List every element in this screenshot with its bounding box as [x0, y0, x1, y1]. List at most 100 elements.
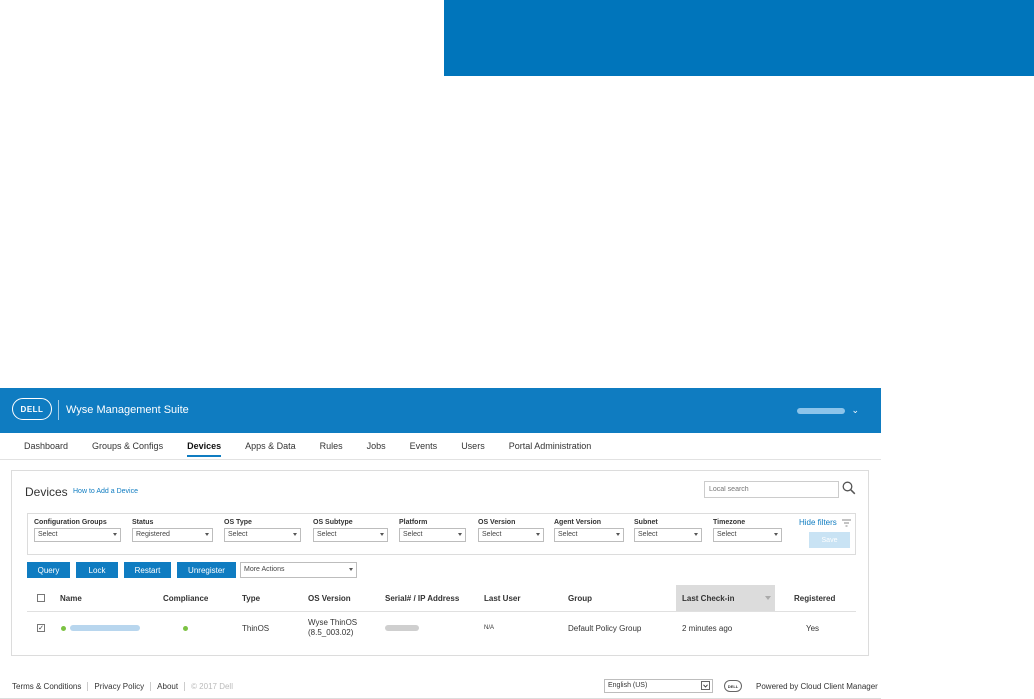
query-button[interactable]: Query [27, 562, 70, 578]
filter-label: Platform [399, 519, 428, 526]
tab-groups-configs[interactable]: Groups & Configs [92, 433, 163, 459]
lock-button[interactable]: Lock [76, 562, 118, 578]
column-header-type[interactable]: Type [242, 585, 260, 611]
column-header-os-version[interactable]: OS Version [308, 585, 351, 611]
column-header-name[interactable]: Name [60, 585, 82, 611]
language-value: English (US) [608, 682, 648, 689]
column-header-registered[interactable]: Registered [794, 585, 835, 611]
os-subtype-select[interactable]: Select [313, 528, 388, 542]
platform-select[interactable]: Select [399, 528, 466, 542]
filter-label: Status [132, 519, 154, 526]
column-header-compliance[interactable]: Compliance [163, 585, 208, 611]
caret-down-icon [458, 533, 462, 536]
how-to-add-device-link[interactable]: How to Add a Device [73, 488, 138, 495]
user-name-redacted [797, 407, 846, 414]
last-checkin-cell: 2 minutes ago [682, 623, 733, 633]
table-row[interactable]: ✓ ThinOS Wyse ThinOS (8.5_003.02) N/A De… [27, 612, 856, 644]
device-name-link-redacted[interactable] [70, 625, 140, 631]
tab-devices[interactable]: Devices [187, 433, 222, 459]
privacy-link[interactable]: Privacy Policy [94, 682, 144, 691]
filter-os-type: OS Type Select [224, 519, 301, 542]
column-header-last-checkin[interactable]: Last Check-in [676, 585, 775, 611]
dell-logo[interactable]: DELL [12, 398, 52, 420]
serial-redacted [385, 625, 419, 631]
subnet-select[interactable]: Select [634, 528, 702, 542]
tab-dashboard[interactable]: Dashboard [24, 433, 68, 459]
terms-link[interactable]: Terms & Conditions [12, 682, 81, 691]
logo-divider [58, 400, 59, 420]
footer-divider [184, 682, 186, 691]
powered-by: Powered by Cloud Client Manager [756, 682, 878, 691]
footer-divider [150, 682, 152, 691]
select-value: Select [482, 531, 502, 538]
compliance-status-dot [183, 625, 188, 631]
caret-down-icon [694, 533, 698, 536]
unregister-button[interactable]: Unregister [177, 562, 236, 578]
column-header-label: Last Check-in [682, 593, 735, 603]
column-header-group[interactable]: Group [568, 585, 592, 611]
select-all-checkbox[interactable] [37, 594, 45, 602]
page-title: Devices [25, 485, 68, 499]
select-value: Select [638, 531, 658, 538]
type-cell: ThinOS [242, 623, 270, 633]
serial-ip-cell [385, 612, 419, 644]
filter-label: OS Version [478, 519, 516, 526]
footer: Terms & Conditions Privacy Policy About … [0, 674, 881, 699]
select-value: Select [717, 531, 737, 538]
save-filters-button[interactable]: Save [809, 532, 850, 548]
devices-panel: Devices How to Add a Device Configuratio… [11, 470, 869, 656]
logo-text: DELL [20, 404, 44, 414]
filter-icon [841, 519, 851, 526]
caret-down-icon [293, 533, 297, 536]
configuration-groups-select[interactable]: Select [34, 528, 121, 542]
compliance-cell [183, 612, 188, 644]
timezone-select[interactable]: Select [713, 528, 782, 542]
hide-filters-label: Hide filters [799, 518, 837, 527]
language-select[interactable]: English (US) [604, 679, 713, 693]
os-version-name: Wyse ThinOS [308, 618, 358, 627]
os-version-cell: Wyse ThinOS (8.5_003.02) [308, 612, 357, 644]
filter-label: Timezone [713, 519, 746, 526]
select-value: More Actions [244, 566, 285, 573]
tab-users[interactable]: Users [461, 433, 485, 459]
more-actions-select[interactable]: More Actions [240, 562, 357, 578]
filter-subnet: Subnet Select [634, 519, 702, 542]
caret-down-icon [113, 533, 117, 536]
tab-rules[interactable]: Rules [320, 433, 343, 459]
user-menu[interactable]: ⌄ [797, 405, 859, 416]
filter-label: Configuration Groups [34, 519, 107, 526]
filter-platform: Platform Select [399, 519, 466, 542]
sort-desc-icon [765, 596, 771, 600]
table-header: Name Compliance Type OS Version Serial# … [27, 585, 856, 612]
caret-down-icon [616, 533, 620, 536]
app-window: DELL Wyse Management Suite ⌄ Dashboard G… [0, 388, 881, 699]
column-header-serial-ip[interactable]: Serial# / IP Address [385, 585, 459, 611]
select-all-cell [37, 585, 45, 611]
status-select[interactable]: Registered [132, 528, 213, 542]
caret-down-icon [536, 533, 540, 536]
caret-down-icon [205, 533, 209, 536]
column-header-last-user[interactable]: Last User [484, 585, 520, 611]
os-type-select[interactable]: Select [224, 528, 301, 542]
tab-apps-data[interactable]: Apps & Data [245, 433, 296, 459]
tab-events[interactable]: Events [410, 433, 438, 459]
copyright: © 2017 Dell [191, 682, 233, 691]
select-value: Registered [136, 531, 170, 538]
agent-version-select[interactable]: Select [554, 528, 624, 542]
filter-os-version: OS Version Select [478, 519, 544, 542]
dell-footer-logo: DELL [724, 680, 742, 692]
chevron-down-icon: ⌄ [851, 405, 859, 415]
caret-down-icon [774, 533, 778, 536]
more-actions-dropdown[interactable]: More Actions [240, 562, 357, 578]
search-input[interactable] [704, 481, 839, 498]
restart-button[interactable]: Restart [124, 562, 171, 578]
tab-portal-administration[interactable]: Portal Administration [509, 433, 592, 459]
search-icon[interactable] [842, 481, 856, 495]
os-version-select[interactable]: Select [478, 528, 544, 542]
about-link[interactable]: About [157, 682, 178, 691]
row-checkbox[interactable]: ✓ [37, 624, 45, 632]
tab-jobs[interactable]: Jobs [367, 433, 386, 459]
hide-filters-link[interactable]: Hide filters [799, 518, 851, 527]
filter-agent-version: Agent Version Select [554, 519, 624, 542]
select-value: Select [228, 531, 248, 538]
